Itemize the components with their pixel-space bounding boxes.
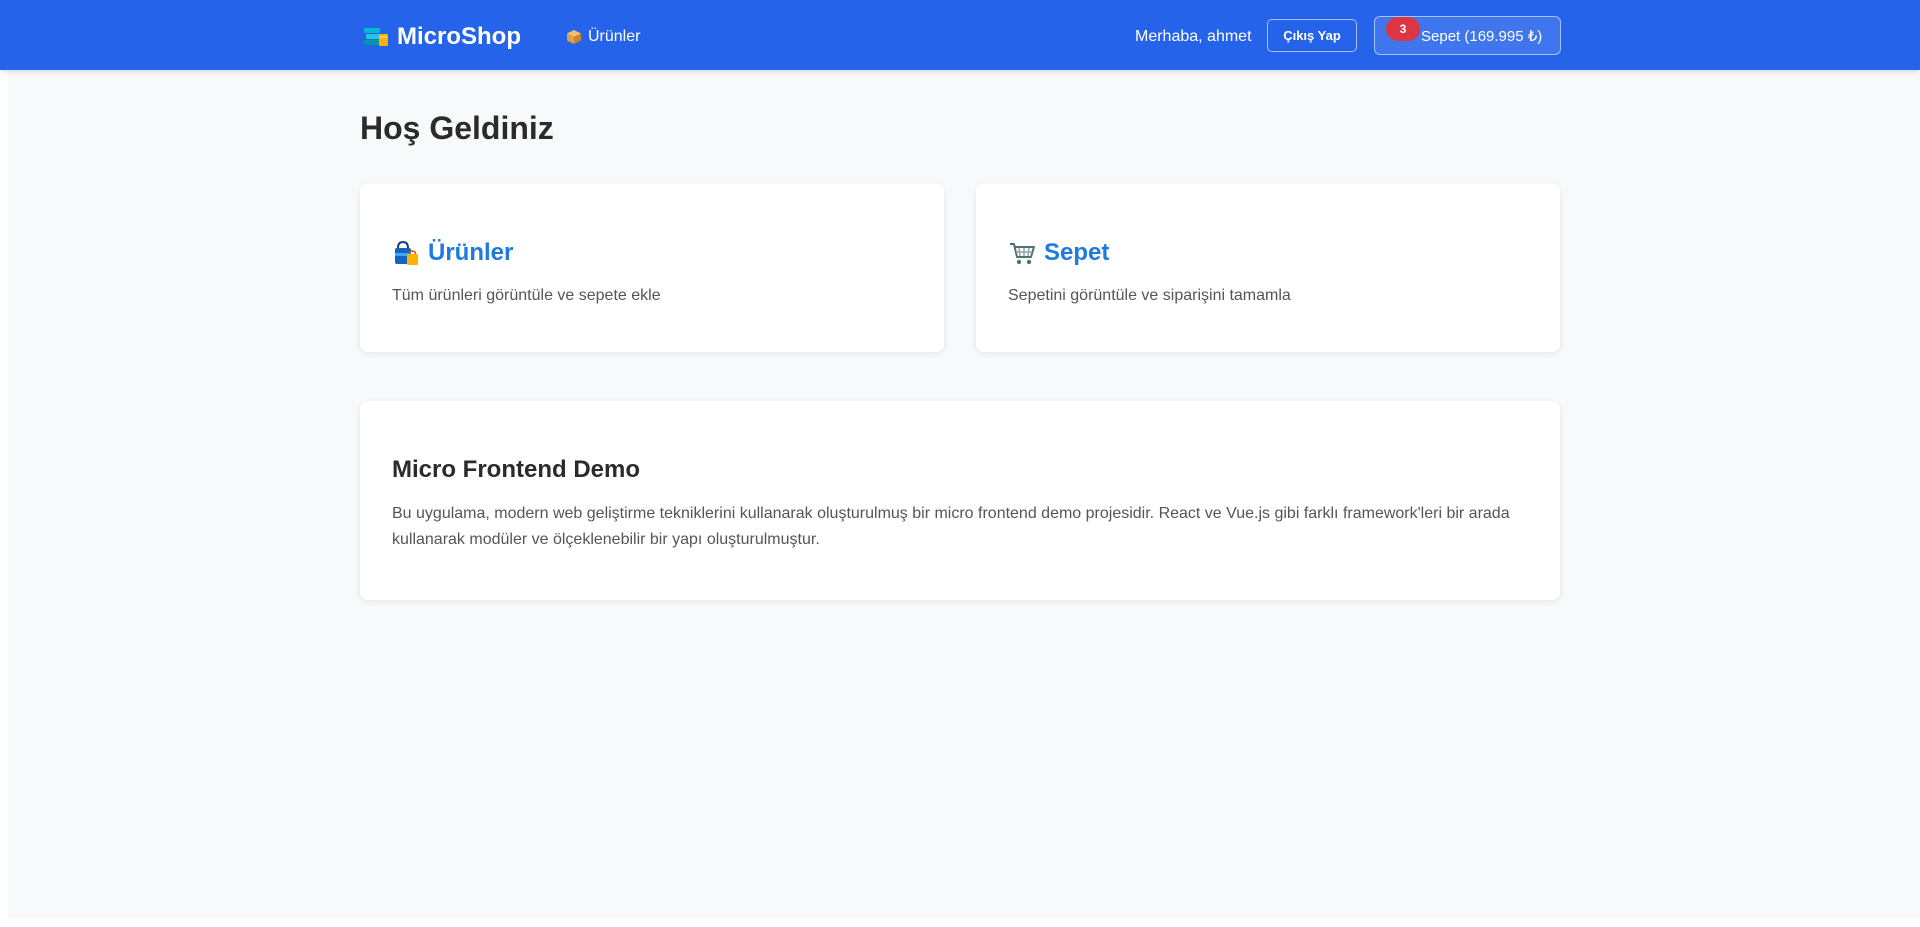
brand-logo-link[interactable]: MicroShop <box>363 22 521 52</box>
cart-button-label: Sepet (169.995 ₺) <box>1421 27 1543 45</box>
products-card-title-text: Ürünler <box>428 239 514 266</box>
shopping-cart-icon <box>1010 243 1035 265</box>
cart-card-title: Sepet <box>1008 239 1109 267</box>
nav-link-products[interactable]: Ürünler <box>566 25 640 49</box>
cart-card-description: Sepetini görüntüle ve siparişini tamamla <box>1008 287 1291 304</box>
navbar-container: MicroShop Ürünler Merhaba, ahmet Çıkış Y… <box>360 0 1561 70</box>
demo-card-text: Bu uygulama, modern web geliştirme tekni… <box>392 505 1510 548</box>
products-card-description: Tüm ürünleri görüntüle ve sepete ekle <box>392 287 661 304</box>
logout-button[interactable]: Çıkış Yap <box>1267 19 1357 52</box>
products-card-title: Ürünler <box>392 239 513 267</box>
user-greeting: Merhaba, ahmet <box>1135 28 1252 45</box>
cart-button[interactable]: 3 Sepet (169.995 ₺) <box>1374 16 1561 55</box>
cart-card[interactable]: Sepet Sepetini görüntüle ve siparişini t… <box>976 184 1560 352</box>
products-card[interactable]: Ürünler Tüm ürünleri görüntüle ve sepete… <box>360 184 944 352</box>
stacked-books-icon <box>364 28 388 46</box>
demo-card-title: Micro Frontend Demo <box>392 456 641 483</box>
cart-count-badge: 3 <box>1386 17 1420 41</box>
package-icon <box>567 30 581 44</box>
brand-name: MicroShop <box>397 23 521 50</box>
page-title: Hoş Geldiniz <box>360 110 554 146</box>
top-navbar: MicroShop Ürünler Merhaba, ahmet Çıkış Y… <box>0 0 1920 70</box>
shopping-bags-icon <box>395 240 418 265</box>
nav-link-products-label: Ürünler <box>588 28 641 45</box>
cart-card-title-text: Sepet <box>1044 239 1110 266</box>
demo-info-card: Micro Frontend Demo Bu uygulama, modern … <box>360 401 1560 600</box>
